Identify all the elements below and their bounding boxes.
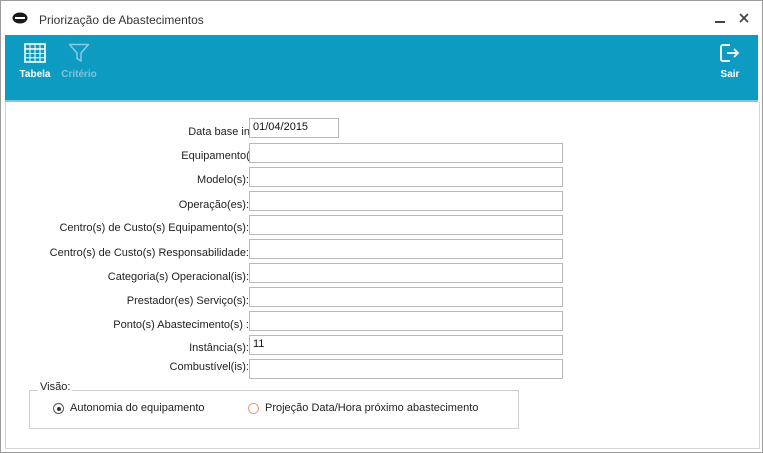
ponto-abastecimento-input[interactable] bbox=[249, 311, 563, 331]
operacao-label: Operação(es): bbox=[178, 199, 249, 211]
equipamento-input[interactable] bbox=[249, 143, 563, 163]
operacao-input[interactable] bbox=[249, 191, 563, 211]
sair-label: Sair bbox=[720, 69, 740, 80]
title-bar: Priorização de Abastecimentos bbox=[1, 1, 762, 35]
criterio-label: Critério bbox=[61, 69, 97, 80]
filter-icon bbox=[59, 43, 99, 63]
window-title: Priorização de Abastecimentos bbox=[39, 13, 204, 27]
categoria-input[interactable] bbox=[249, 263, 563, 283]
modelo-label: Modelo(s): bbox=[197, 174, 249, 186]
close-button[interactable] bbox=[737, 11, 751, 25]
projecao-radio-label[interactable]: Projeção Data/Hora próximo abastecimento bbox=[265, 402, 478, 414]
cc-equipamento-input[interactable] bbox=[249, 215, 563, 235]
cc-responsabilidade-label: Centro(s) de Custo(s) Responsabilidade: bbox=[49, 247, 249, 259]
tabela-label: Tabela bbox=[19, 69, 51, 80]
tabela-button[interactable]: Tabela bbox=[17, 43, 53, 91]
sair-button[interactable]: Sair bbox=[715, 43, 745, 91]
prestador-label: Prestador(es) Serviço(s): bbox=[126, 295, 249, 307]
combustivel-label: Combustível(is): bbox=[169, 361, 249, 373]
modelo-input[interactable] bbox=[249, 167, 563, 187]
app-window: Priorização de Abastecimentos Tabela Cri… bbox=[0, 0, 763, 453]
criterio-button[interactable]: Critério bbox=[59, 43, 99, 91]
app-logo-icon bbox=[12, 12, 28, 24]
minimize-button[interactable] bbox=[713, 11, 727, 25]
combustivel-input[interactable] bbox=[249, 359, 563, 379]
data-base-input[interactable]: 01/04/2015 bbox=[249, 118, 339, 138]
ponto-abastecimento-label: Ponto(s) Abastecimento(s) : bbox=[113, 319, 249, 331]
visao-title: Visão: bbox=[38, 381, 73, 393]
toolbar: Tabela Critério Sair bbox=[5, 35, 758, 102]
projecao-radio[interactable] bbox=[248, 403, 259, 414]
exit-icon bbox=[715, 43, 745, 63]
cc-responsabilidade-input[interactable] bbox=[249, 239, 563, 259]
cc-equipamento-label: Centro(s) de Custo(s) Equipamento(s): bbox=[59, 222, 249, 234]
filter-form: Data base inicial: 01/04/2015 Equipament… bbox=[5, 102, 760, 449]
table-icon bbox=[17, 43, 53, 63]
autonomia-radio-label[interactable]: Autonomia do equipamento bbox=[70, 402, 205, 414]
autonomia-radio[interactable] bbox=[53, 403, 64, 414]
instancia-label: Instância(s): bbox=[189, 342, 249, 354]
instancia-input[interactable]: 11 bbox=[249, 335, 563, 355]
prestador-input[interactable] bbox=[249, 287, 563, 307]
categoria-label: Categoria(s) Operacional(is): bbox=[107, 271, 249, 283]
